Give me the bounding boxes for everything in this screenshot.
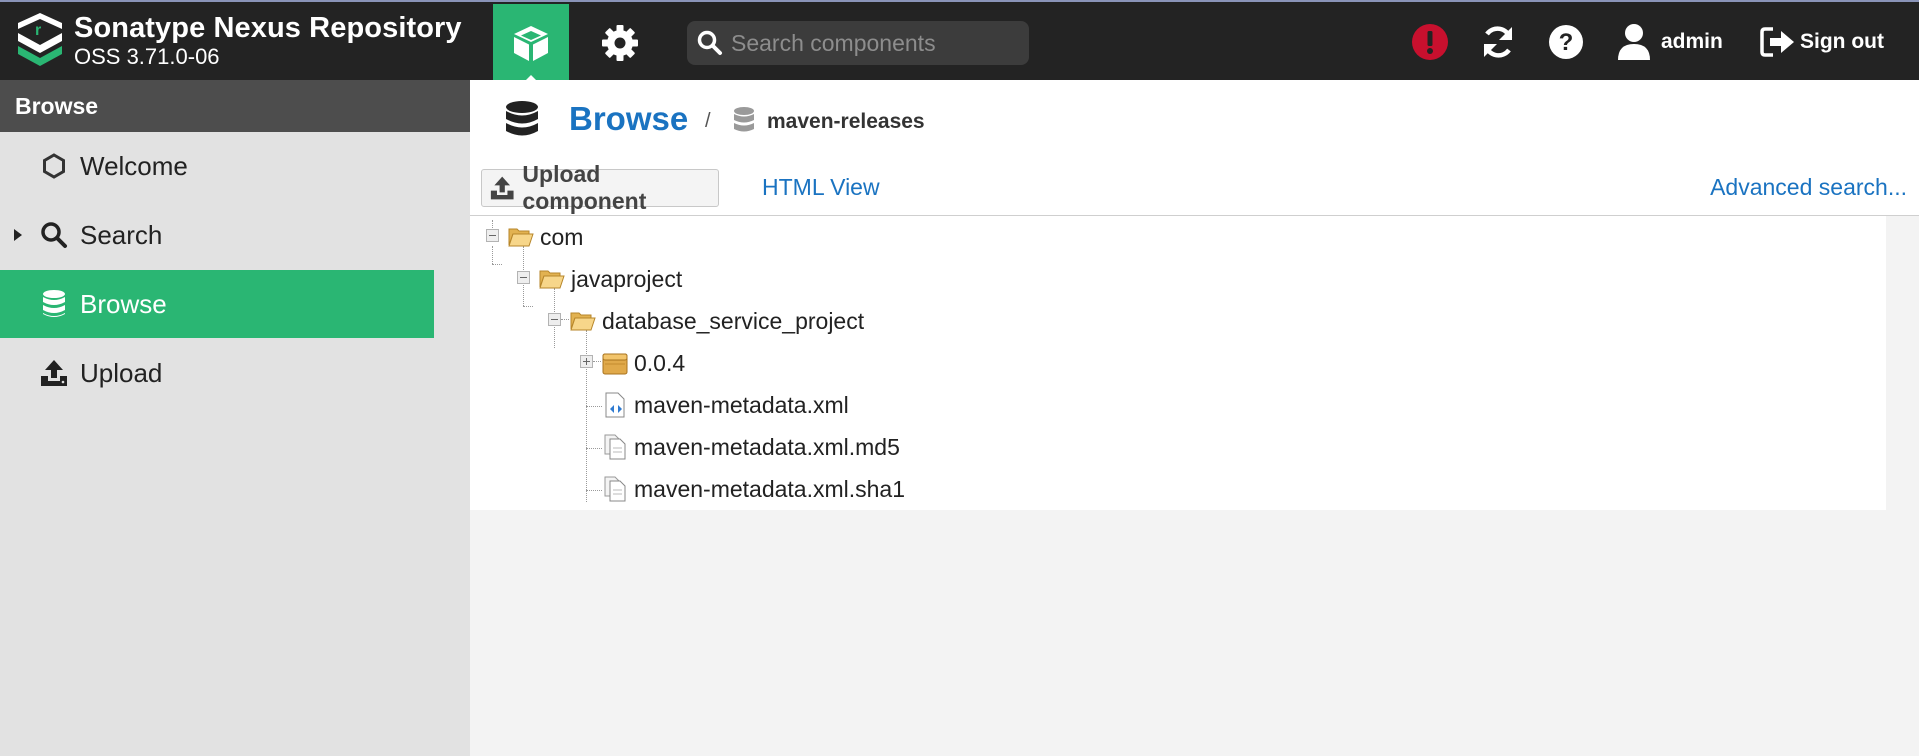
tree-connector [593, 361, 601, 362]
component-tree: com javaproject database_service_project [470, 216, 1886, 510]
tree-node-label: maven-metadata.xml [634, 391, 849, 418]
sign-out-button[interactable] [1756, 20, 1800, 64]
database-icon [506, 101, 538, 136]
tree-node-label: 0.0.4 [634, 349, 686, 376]
nexus-logo-icon: r [18, 13, 62, 66]
brand-version: OSS 3.71.0-06 [74, 44, 220, 69]
sidebar-item-welcome[interactable]: Welcome [0, 132, 434, 200]
tree-node-label: maven-metadata.xml.md5 [634, 433, 900, 460]
tree-connector [492, 246, 493, 264]
help-icon: ? [1549, 25, 1583, 59]
top-bar: r Sonatype Nexus Repository OSS 3.71.0-0… [0, 0, 1919, 82]
tree-node-label: com [540, 223, 584, 250]
breadcrumb-title[interactable]: Browse [569, 100, 688, 138]
svg-text:r: r [35, 22, 41, 39]
search-input[interactable] [731, 29, 1021, 57]
expand-arrow-icon[interactable] [14, 229, 22, 241]
upload-component-label: Upload component [522, 161, 647, 214]
expand-toggle[interactable] [580, 355, 593, 368]
database-icon [40, 290, 68, 318]
svg-text:?: ? [1559, 29, 1574, 56]
advanced-search-link[interactable]: Advanced search... [1710, 174, 1907, 201]
component-box-icon [602, 350, 628, 376]
tree-connector [586, 406, 602, 407]
sidebar-item-label: Browse [80, 288, 167, 319]
upload-component-button[interactable]: Upload component [481, 161, 719, 214]
admin-mode-button[interactable] [582, 4, 658, 82]
search-box[interactable] [687, 21, 1029, 65]
tree-node-javaproject[interactable]: javaproject [539, 262, 682, 296]
sign-out-label[interactable]: Sign out [1800, 30, 1884, 54]
tree-node-com[interactable]: com [508, 220, 583, 254]
browse-mode-button[interactable] [493, 4, 569, 82]
folder-open-icon [539, 266, 565, 292]
tree-node-version[interactable]: 0.0.4 [602, 346, 685, 380]
sidebar-item-browse[interactable]: Browse [0, 270, 434, 338]
collapse-toggle[interactable] [486, 229, 499, 242]
user-name[interactable]: admin [1661, 30, 1723, 54]
folder-open-icon [508, 224, 534, 250]
refresh-icon [1483, 26, 1513, 58]
tree-connector [586, 490, 602, 491]
upload-icon [490, 176, 514, 200]
tree-node-label: javaproject [571, 265, 683, 292]
sign-out-icon [1760, 27, 1794, 57]
system-alert-button[interactable] [1408, 20, 1452, 64]
folder-open-icon [570, 308, 596, 334]
alert-icon [1412, 24, 1448, 60]
tree-connector [586, 448, 602, 449]
breadcrumb-repository: maven-releases [767, 110, 925, 133]
refresh-button[interactable] [1476, 20, 1520, 64]
brand-name: Sonatype Nexus Repository [74, 12, 462, 44]
cube-icon [514, 26, 548, 61]
sidebar: Browse Welcome Search Browse Upload [0, 80, 470, 756]
sidebar-title: Browse [0, 80, 470, 132]
content-header: Browse / maven-releases Upload component… [470, 80, 1919, 216]
upload-icon [40, 359, 68, 387]
html-view-link[interactable]: HTML View [762, 174, 880, 201]
file-icon [602, 434, 628, 460]
file-icon [602, 476, 628, 502]
repository-icon [734, 107, 754, 132]
tree-node-label: maven-metadata.xml.sha1 [634, 475, 906, 502]
tree-connector [561, 319, 569, 320]
brand[interactable]: r Sonatype Nexus Repository OSS 3.71.0-0… [14, 12, 462, 70]
search-icon [40, 221, 68, 249]
user-icon [1618, 24, 1650, 60]
tree-node-database-service-project[interactable]: database_service_project [570, 304, 864, 338]
gear-icon [602, 25, 638, 61]
help-button[interactable]: ? [1544, 20, 1588, 64]
collapse-toggle[interactable] [548, 313, 561, 326]
collapse-toggle[interactable] [517, 271, 530, 284]
search-icon [697, 30, 722, 55]
tree-node-metadata-md5[interactable]: maven-metadata.xml.md5 [602, 430, 900, 464]
sidebar-item-label: Upload [80, 357, 163, 388]
sidebar-item-label: Search [80, 219, 163, 250]
tree-node-metadata-sha1[interactable]: maven-metadata.xml.sha1 [602, 472, 905, 506]
xml-file-icon [602, 392, 628, 418]
breadcrumb-separator: / [705, 110, 711, 132]
tree-node-label: database_service_project [602, 307, 865, 334]
sidebar-item-upload[interactable]: Upload [0, 339, 434, 407]
hexagon-icon [40, 152, 68, 180]
tree-connector [523, 306, 533, 307]
sidebar-item-search[interactable]: Search [0, 201, 434, 269]
tree-connector [492, 264, 502, 265]
tree-node-metadata-xml[interactable]: maven-metadata.xml [602, 388, 849, 422]
user-account-button[interactable] [1612, 20, 1656, 64]
tree-connector [492, 220, 493, 228]
sidebar-item-label: Welcome [80, 150, 188, 181]
